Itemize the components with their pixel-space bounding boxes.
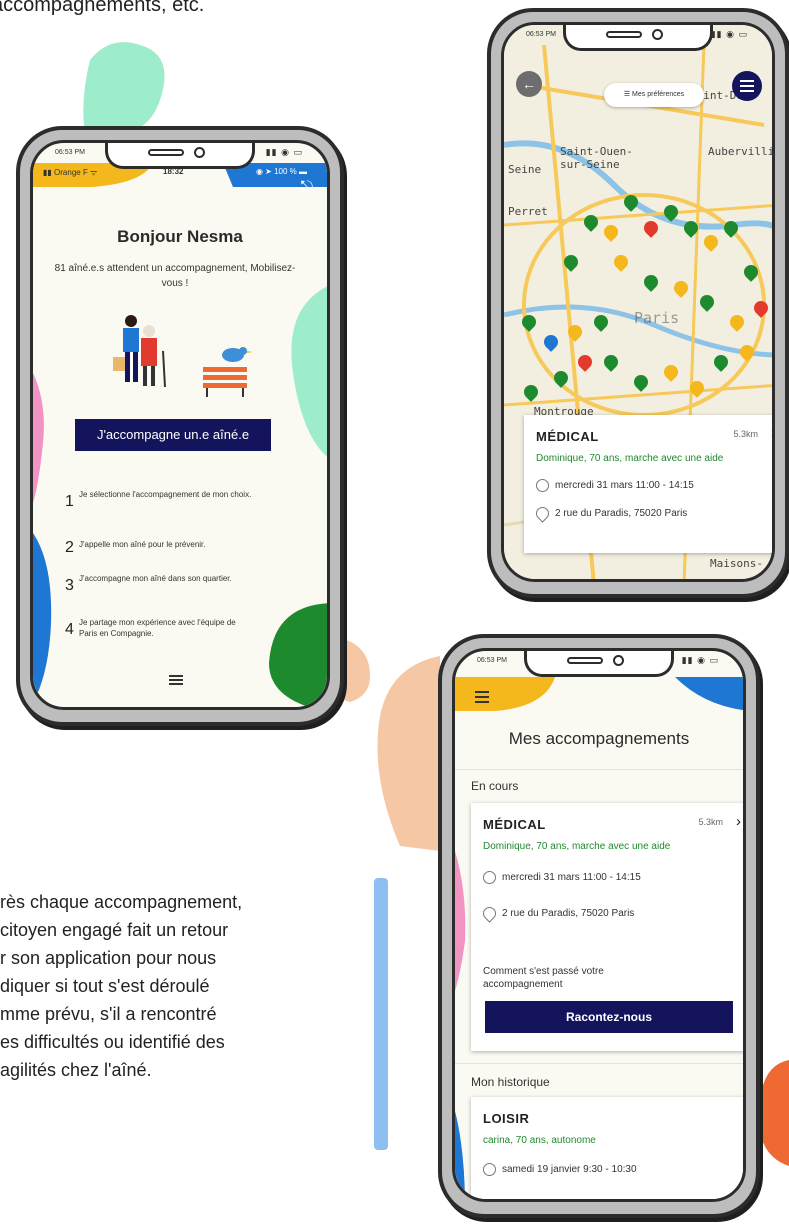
location-pin-icon [480,904,499,923]
chevron-right-icon[interactable]: › [771,425,772,442]
divider [455,769,743,770]
card-datetime: samedi 19 janvier 9:30 - 10:30 [483,1163,637,1176]
card-address: 2 rue du Paradis, 75020 Paris [480,904,634,923]
menu-icon[interactable] [169,675,183,687]
status-icons: ▮▮ ◉ ▭ [265,147,303,157]
clock-icon [483,1163,496,1176]
phone-notch [524,651,674,677]
carrier-label: ▮▮ Orange F ᯤ [43,168,98,177]
tell-us-button[interactable]: Racontez-nous [485,1001,733,1033]
peach-blob [330,636,440,851]
card-address: 2 rue du Paradis, 75020 Paris [533,504,687,523]
accent-bar [374,878,388,1150]
map-label: Maisons- [710,557,763,570]
home-screen: 06:53 PM ▮▮ ◉ ▭ ▮▮ Orange F ᯤ 18:32 ◉ ➤ … [30,140,330,710]
map-screen: 06:53 PM ▮▮ ◉ ▭ Saint-De Saint-Ouen- sur… [501,22,775,582]
hamburger-menu-button[interactable] [732,71,762,101]
map-label: Saint-Ouen- [560,145,633,158]
divider [455,1063,743,1064]
chevron-right-icon[interactable]: › [736,813,741,830]
feedback-prompt: Comment s'est passé votre accompagnement [483,966,604,990]
card-category: LOISIR [483,1111,530,1126]
card-datetime: mercredi 31 mars 11:00 - 14:15 [483,871,641,884]
orange-blob [758,1060,789,1166]
location-pin-icon [533,504,552,523]
section-history: Mon historique [471,1075,550,1089]
status-icons: ▮▮ ◉ ▭ [710,29,748,39]
map-label: Perret [508,205,548,218]
accompaniments-screen: 06:53 PM ▮▮ ◉ ▭ Mes accompagnements En c… [452,648,746,1202]
phone-accompaniments: 06:53 PM ▮▮ ◉ ▭ Mes accompagnements En c… [438,634,760,1218]
page-title: Mes accompagnements [508,729,690,748]
card-distance: 5.3km [733,429,758,439]
history-card[interactable]: LOISIR carina, 70 ans, autonome samedi 1… [471,1097,743,1199]
status-time: 06:53 PM [526,31,556,38]
card-person: carina, 70 ans, autonome [483,1135,596,1146]
status-icons: ▮▮ ◉ ▭ [681,655,719,665]
greeting-title: Bonjour Nesma [117,227,243,246]
logout-icon[interactable]: ⎋ [300,179,313,197]
elderly-companion-illustration [113,315,253,397]
back-button[interactable]: ← [516,71,542,97]
intro-text: accompagnements, etc. [0,0,205,16]
status-time: 06:53 PM [477,657,507,664]
battery-label: ◉ ➤ 100 % ▬ [255,167,307,176]
map-label: Aubervilli [708,145,775,158]
map-label: Seine [508,163,542,176]
mint-blob-top [83,42,165,136]
status-time: 06:53 PM [55,149,85,156]
greeting-subtitle: 81 aîné.e.s attendent un accompagnement,… [54,263,296,289]
phone-notch [563,25,713,51]
menu-icon[interactable] [475,691,489,703]
phone-map: 06:53 PM ▮▮ ◉ ▭ Saint-De Saint-Ouen- sur… [487,8,789,598]
phone-home: 06:53 PM ▮▮ ◉ ▭ ▮▮ Orange F ᯤ 18:32 ◉ ➤ … [16,126,344,726]
card-datetime: mercredi 31 mars 11:00 - 14:15 [536,479,694,492]
clock-icon [536,479,549,492]
section-in-progress: En cours [471,779,519,793]
map-label: sur-Seine [560,158,620,171]
card-person: Dominique, 70 ans, marche avec une aide [536,453,724,464]
current-accompaniment-card[interactable]: MÉDICAL 5.3km › Dominique, 70 ans, march… [471,803,743,1051]
phone-notch [105,143,255,169]
description-paragraph: rès chaque accompagnement, citoyen engag… [0,892,243,1080]
card-distance: 5.3km [698,817,723,827]
accompaniment-card[interactable]: MÉDICAL 5.3km › Dominique, 70 ans, march… [524,415,772,553]
map-label: Paris [634,309,680,327]
card-category: MÉDICAL [483,817,546,832]
card-person: Dominique, 70 ans, marche avec une aide [483,841,671,852]
clock-icon [483,871,496,884]
card-category: MÉDICAL [536,429,599,444]
preferences-button[interactable]: ☰ Mes préférences [604,83,704,107]
accompany-button[interactable]: J'accompagne un.e aîné.e [75,419,271,451]
